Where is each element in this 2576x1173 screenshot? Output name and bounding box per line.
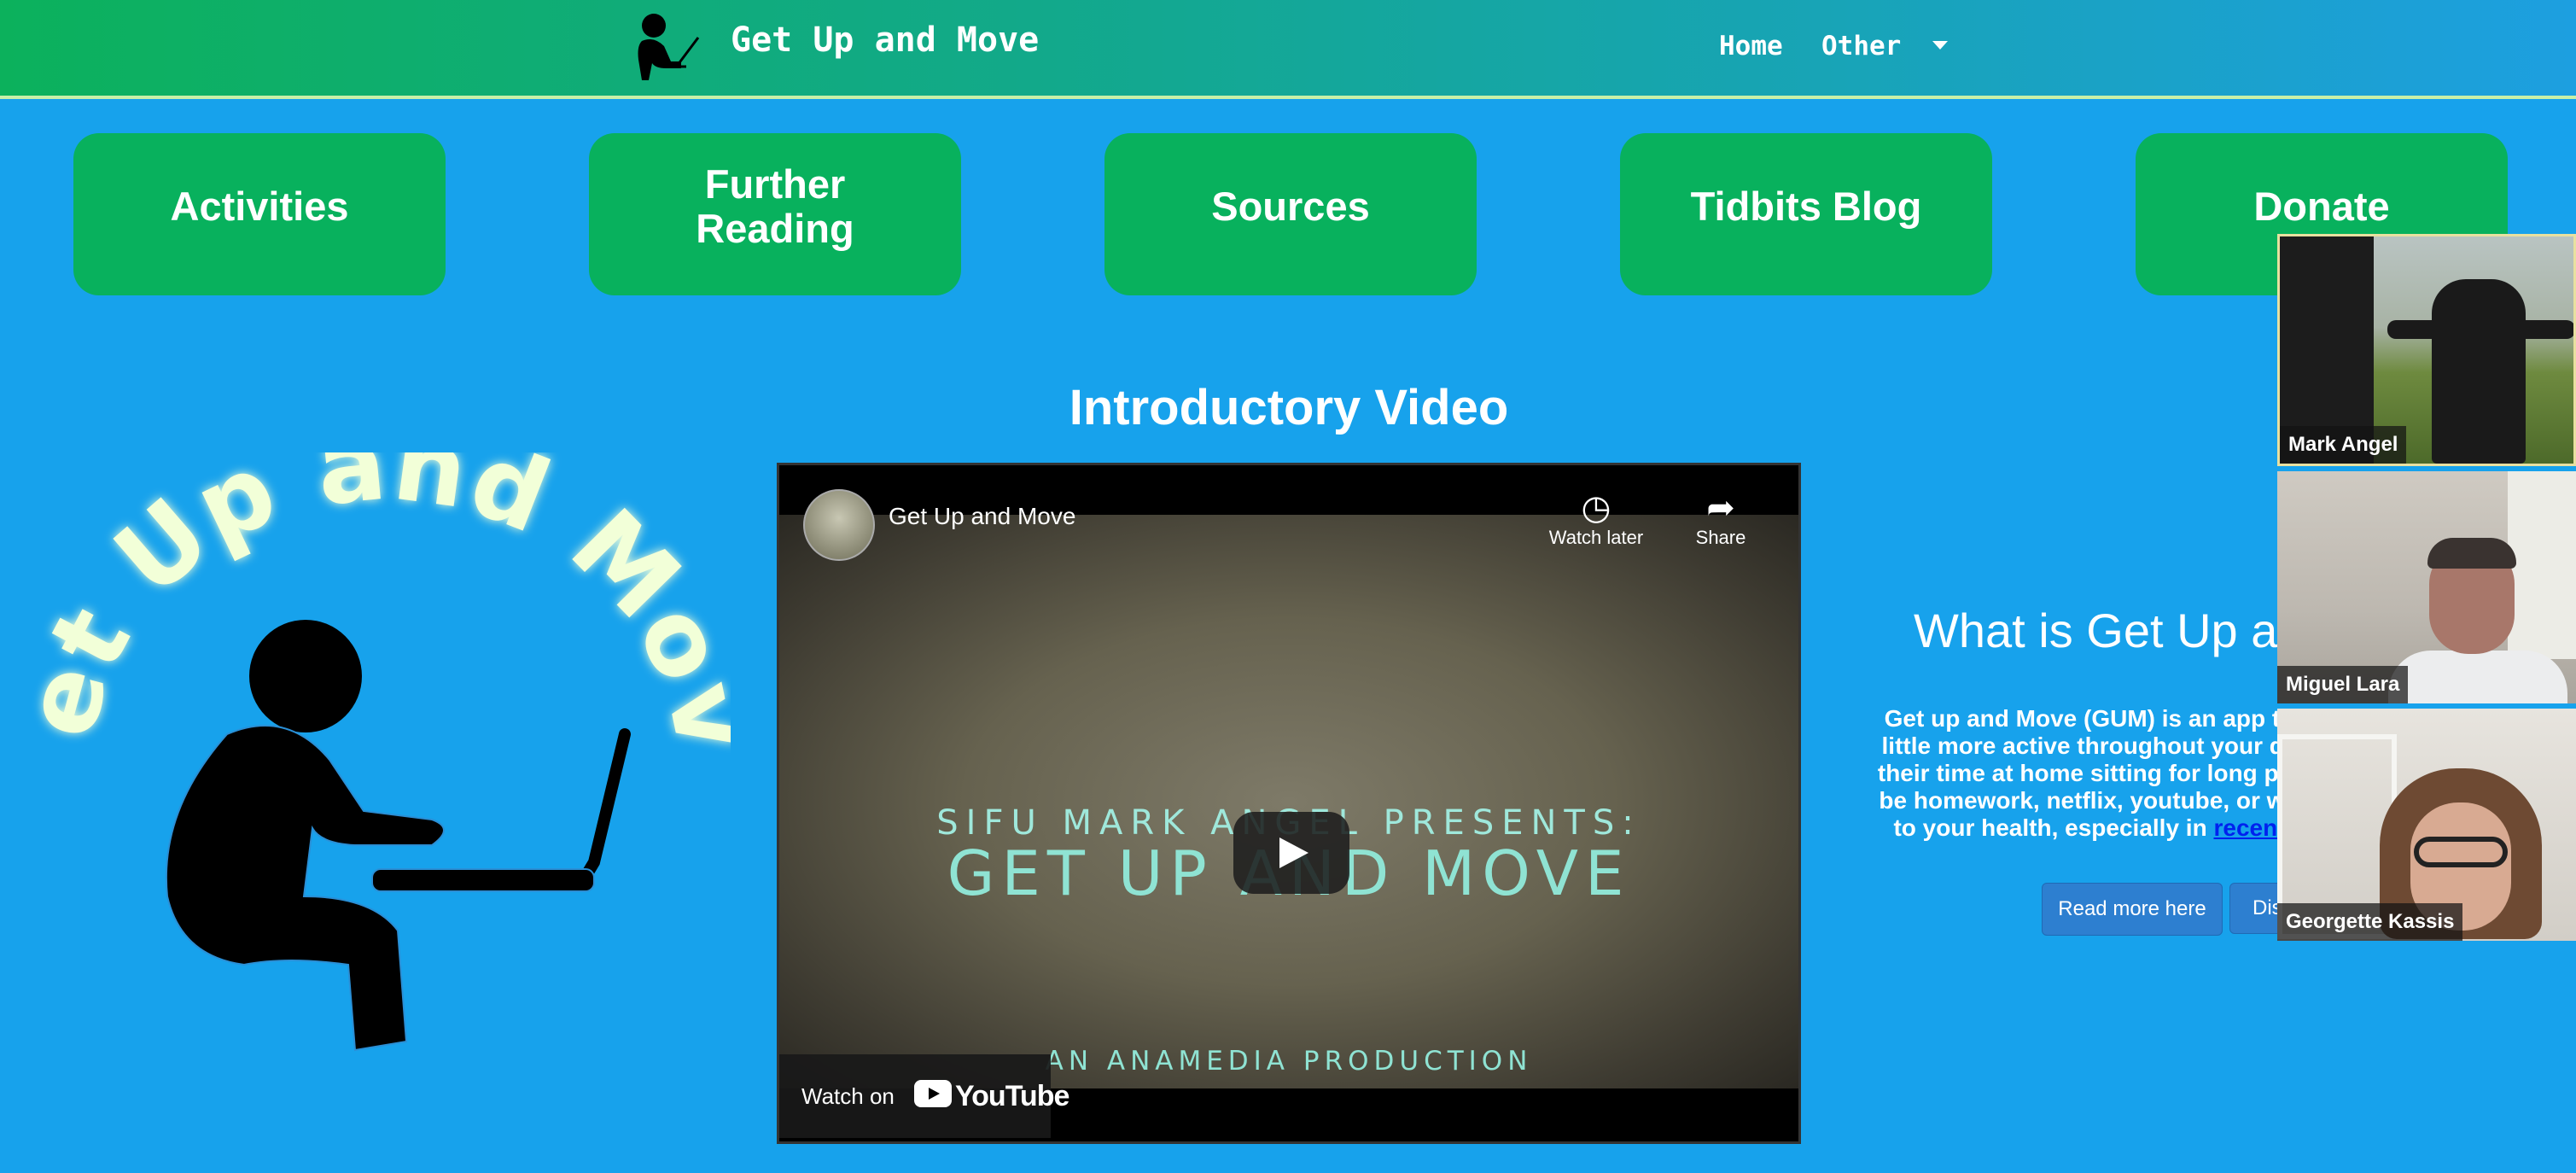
participant-video-hair <box>2427 538 2516 569</box>
brand-title[interactable]: Get Up and Move <box>731 20 1039 60</box>
figure-head <box>249 620 362 732</box>
clock-icon: ◷ <box>1581 489 1611 527</box>
share-arrow-icon: ➦ <box>1706 489 1735 527</box>
tile-label: Tidbits Blog <box>1690 184 1922 229</box>
tile-sources-button[interactable]: Sources <box>1104 133 1477 295</box>
participant-tile-mark-angel[interactable]: Mark Angel <box>2277 234 2576 466</box>
video-frame[interactable]: SIFU MARK ANGEL PRESENTS: GET UP AND MOV… <box>779 515 1798 1088</box>
participant-video-body <box>2388 651 2567 703</box>
about-line: little more active throughout your da <box>1881 732 2298 759</box>
tile-label: Sources <box>1211 184 1370 229</box>
nav-other-dropdown[interactable]: Other <box>1821 31 1901 61</box>
about-line: to your health, especially in recent <box>1850 814 2328 842</box>
brand-logo-icon[interactable] <box>630 12 705 89</box>
tile-label: Further Reading <box>696 161 854 251</box>
participant-tile-georgette-kassis[interactable]: Georgette Kassis <box>2277 709 2576 941</box>
participant-tile-miguel-lara[interactable]: Miguel Lara <box>2277 471 2576 703</box>
participant-video-glasses <box>2414 837 2508 867</box>
about-body: Get up and Move (GUM) is an app th littl… <box>1850 705 2328 842</box>
participant-name: Miguel Lara <box>2277 666 2409 703</box>
participant-name: Mark Angel <box>2280 426 2407 464</box>
about-title: What is Get Up a <box>1914 604 2278 657</box>
about-line: be homework, netflix, youtube, or wo <box>1879 787 2300 814</box>
nav-home-link[interactable]: Home <box>1719 31 1783 61</box>
watch-on-label: Watch on <box>801 1083 895 1109</box>
participant-video-person <box>2432 279 2526 464</box>
read-more-button[interactable]: Read more here <box>2042 883 2223 936</box>
tile-further-reading-button[interactable]: Further Reading <box>589 133 961 295</box>
share-button[interactable]: ➦ Share <box>1657 489 1785 549</box>
laptop-base <box>371 868 595 892</box>
watch-later-button[interactable]: ◷ Watch later <box>1532 489 1660 549</box>
video-background <box>2508 471 2576 659</box>
youtube-wordmark: YouTube <box>955 1080 1069 1112</box>
video-title[interactable]: Get Up and Move <box>889 503 1075 530</box>
laptop-screen <box>392 728 631 885</box>
chevron-down-icon[interactable] <box>1932 41 1948 50</box>
recent-link[interactable]: recent <box>2213 814 2285 841</box>
tile-tidbits-blog-button[interactable]: Tidbits Blog <box>1620 133 1992 295</box>
logo-arc-textpath: Get Up and Move <box>31 452 731 762</box>
channel-avatar[interactable] <box>803 489 875 561</box>
watch-on-youtube-button[interactable]: Watch on YouTube <box>779 1054 1069 1138</box>
tile-activities-button[interactable]: Activities <box>73 133 446 295</box>
watch-later-label: Watch later <box>1548 527 1644 548</box>
about-line: Get up and Move (GUM) is an app th <box>1884 705 2295 732</box>
navbar: Get Up and Move Home Other <box>0 0 2576 99</box>
participant-video-arm <box>2387 320 2573 339</box>
about-line-text: to your health, especially in <box>1893 814 2214 841</box>
about-line: their time at home sitting for long per <box>1877 760 2302 786</box>
play-icon[interactable] <box>1233 812 1349 894</box>
participant-name: Georgette Kassis <box>2277 903 2463 941</box>
get-up-and-move-logo: Get Up and Move <box>31 452 731 1052</box>
intro-video-title: Introductory Video <box>1069 380 1509 435</box>
share-label: Share <box>1695 527 1746 548</box>
tile-label: Donate <box>2253 184 2390 229</box>
youtube-logo-icon <box>914 1080 952 1107</box>
logo-arc-text: Get Up and Move <box>31 452 731 762</box>
tile-label: Activities <box>170 184 349 229</box>
youtube-embed[interactable]: SIFU MARK ANGEL PRESENTS: GET UP AND MOV… <box>777 463 1801 1144</box>
